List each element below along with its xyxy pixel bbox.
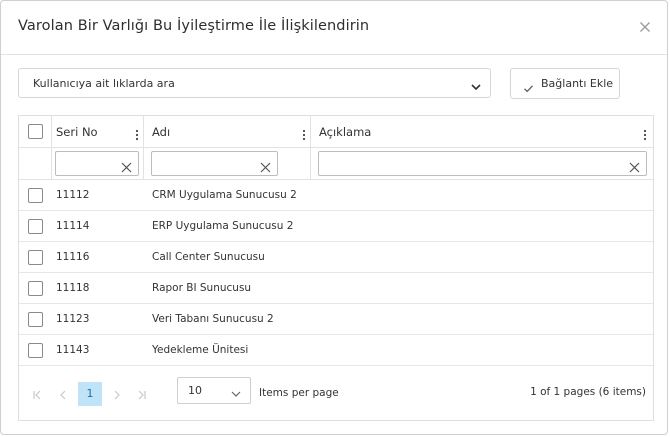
add-link-button-label: Bağlantı Ekle — [541, 77, 614, 90]
last-page-icon[interactable] — [136, 386, 148, 400]
clear-icon[interactable] — [629, 158, 640, 173]
cell-serial: 11116 — [56, 251, 90, 263]
name-filter-input[interactable] — [151, 151, 278, 176]
cell-name: Call Center Sunucusu — [152, 251, 265, 263]
check-icon — [523, 79, 534, 93]
clear-icon[interactable] — [260, 158, 271, 173]
grid-pager: 1 10 Items per page 1 of 1 pages (6 item… — [19, 366, 653, 420]
chevron-down-icon — [470, 78, 482, 91]
dialog-header: Varolan Bir Varlığı Bu İyileştirme İle İ… — [1, 1, 667, 55]
kebab-menu-icon[interactable] — [135, 126, 139, 141]
chevron-down-icon — [230, 385, 242, 397]
page-button-current[interactable]: 1 — [78, 382, 102, 406]
table-row[interactable]: 11114 ERP Uygulama Sunucusu 2 — [19, 211, 653, 242]
row-checkbox[interactable] — [28, 281, 43, 296]
table-row[interactable]: 11123 Veri Tabanı Sunucusu 2 — [19, 304, 653, 335]
cell-serial: 11118 — [56, 282, 90, 294]
table-row[interactable]: 11118 Rapor BI Sunucusu — [19, 273, 653, 304]
table-row[interactable]: 11116 Call Center Sunucusu — [19, 242, 653, 273]
next-page-icon[interactable] — [111, 386, 123, 400]
column-header-serial[interactable]: Seri No — [56, 125, 98, 139]
asset-search-select[interactable]: Kullanıcıya ait lıklarda ara — [18, 68, 491, 98]
page-size-select[interactable]: 10 — [177, 377, 251, 404]
asset-search-select-value: Kullanıcıya ait lıklarda ara — [33, 77, 175, 90]
add-link-button[interactable]: Bağlantı Ekle — [510, 68, 620, 99]
table-row[interactable]: 11112 CRM Uygulama Sunucusu 2 — [19, 180, 653, 211]
clear-icon[interactable] — [121, 158, 132, 173]
column-header-description[interactable]: Açıklama — [319, 125, 371, 139]
asset-grid: Seri No Adı Açıklama 11112 CRM Uygulama … — [18, 115, 654, 421]
row-checkbox[interactable] — [28, 343, 43, 358]
table-row[interactable]: 11143 Yedekleme Ünitesi — [19, 335, 653, 366]
prev-page-icon[interactable] — [57, 386, 69, 400]
cell-name: Veri Tabanı Sunucusu 2 — [152, 313, 274, 325]
page-size-value: 10 — [188, 384, 202, 397]
associate-asset-dialog: Varolan Bir Varlığı Bu İyileştirme İle İ… — [0, 0, 668, 435]
cell-serial: 11143 — [56, 344, 90, 356]
grid-header-row: Seri No Adı Açıklama — [19, 116, 653, 148]
close-icon[interactable] — [637, 19, 653, 35]
cell-serial: 11114 — [56, 220, 90, 232]
row-checkbox[interactable] — [28, 219, 43, 234]
cell-serial: 11123 — [56, 313, 90, 325]
row-checkbox[interactable] — [28, 188, 43, 203]
items-per-page-label: Items per page — [259, 387, 339, 399]
kebab-menu-icon[interactable] — [302, 126, 306, 141]
cell-name: Rapor BI Sunucusu — [152, 282, 252, 294]
cell-name: Yedekleme Ünitesi — [152, 344, 249, 356]
row-checkbox[interactable] — [28, 312, 43, 327]
column-header-name[interactable]: Adı — [152, 125, 170, 139]
first-page-icon[interactable] — [31, 386, 43, 400]
kebab-menu-icon[interactable] — [643, 126, 647, 141]
grid-filter-row — [19, 148, 653, 180]
select-all-checkbox[interactable] — [28, 124, 43, 139]
serial-filter-input[interactable] — [55, 151, 139, 176]
cell-name: CRM Uygulama Sunucusu 2 — [152, 189, 297, 201]
pager-info: 1 of 1 pages (6 items) — [530, 386, 646, 398]
cell-name: ERP Uygulama Sunucusu 2 — [152, 220, 294, 232]
row-checkbox[interactable] — [28, 250, 43, 265]
dialog-title: Varolan Bir Varlığı Bu İyileştirme İle İ… — [18, 18, 370, 34]
description-filter-input[interactable] — [318, 151, 647, 176]
cell-serial: 11112 — [56, 189, 90, 201]
